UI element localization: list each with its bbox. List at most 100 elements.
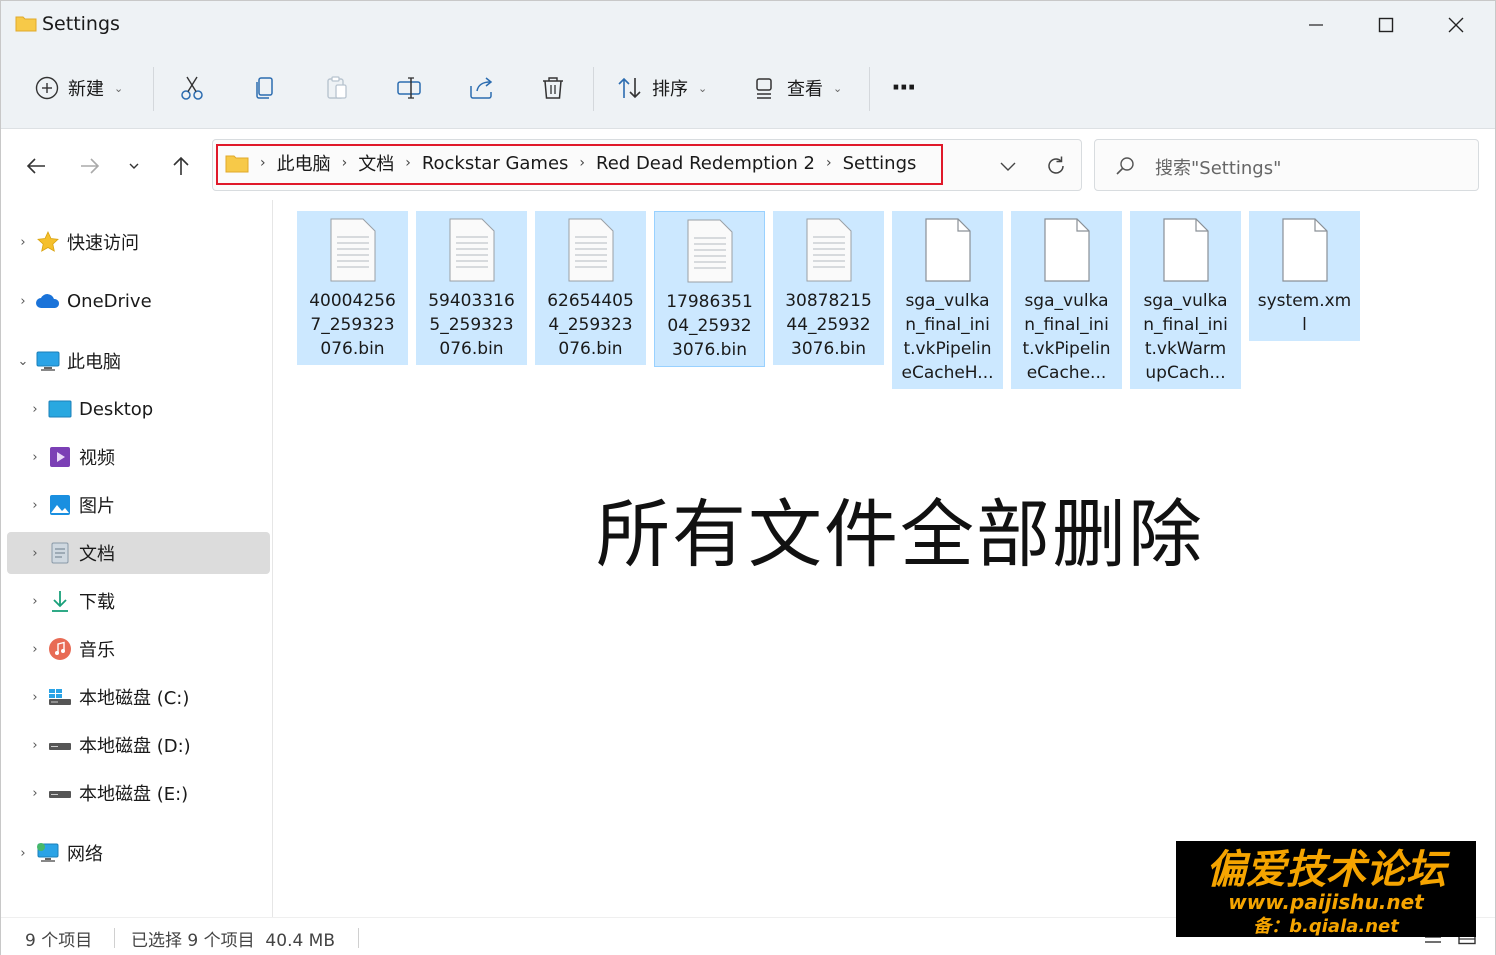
chevron-right-icon: ›: [32, 641, 38, 657]
sidebar-item-quick-access[interactable]: › 快速访问: [11, 221, 274, 263]
chevron-right-icon: ›: [260, 155, 266, 171]
sidebar-item-desktop[interactable]: › Desktop: [23, 388, 270, 430]
cloud-icon: [35, 289, 61, 313]
file-name: sga_vulka n_final_ini t.vkPipelin eCache...: [1022, 291, 1111, 383]
new-button[interactable]: 新建 ⌄: [34, 61, 123, 115]
file-item[interactable]: 17986351 04_25932 3076.bin: [654, 211, 765, 367]
search-input[interactable]: 搜索"Settings": [1094, 139, 1479, 191]
folder-icon: [225, 155, 249, 172]
window-title: Settings: [42, 13, 120, 35]
sort-button-label: 排序: [652, 79, 688, 100]
address-history-button[interactable]: [993, 152, 1023, 180]
rename-button[interactable]: [395, 61, 423, 115]
drive-icon: [47, 781, 73, 805]
toolbar-divider: [593, 67, 594, 111]
chevron-right-icon: ›: [32, 785, 38, 801]
file-item[interactable]: 62654405 4_259323 076.bin: [535, 211, 646, 365]
forward-button[interactable]: [72, 148, 108, 184]
breadcrumb-settings[interactable]: Settings: [843, 153, 917, 174]
recent-locations-button[interactable]: [116, 148, 152, 184]
sidebar-item-documents[interactable]: › 文档: [7, 532, 270, 574]
chevron-right-icon: ›: [20, 234, 26, 250]
sidebar-item-onedrive[interactable]: › OneDrive: [11, 280, 274, 322]
back-button[interactable]: [18, 148, 54, 184]
address-bar[interactable]: › 此电脑 › 文档 › Rockstar Games › Red Dead R…: [212, 139, 1082, 191]
delete-button[interactable]: [539, 61, 567, 115]
breadcrumb-rockstar-games[interactable]: Rockstar Games: [422, 153, 569, 174]
title-bar: Settings: [1, 1, 1495, 49]
view-button[interactable]: 查看 ⌄: [751, 61, 842, 115]
chevron-right-icon: ›: [32, 449, 38, 465]
file-item[interactable]: system.xm l: [1249, 211, 1360, 341]
breadcrumb-this-pc[interactable]: 此电脑: [277, 150, 331, 176]
music-icon: [47, 637, 73, 661]
refresh-button[interactable]: [1041, 152, 1071, 180]
watermark-logo: 偏爱技术论坛 www.paijishu.net 备：b.qiala.net: [1176, 841, 1476, 937]
file-name: sga_vulka n_final_ini t.vkWarm upCach...: [1143, 291, 1228, 383]
documents-icon: [47, 541, 73, 565]
chevron-right-icon: ›: [20, 293, 26, 309]
share-icon: [470, 77, 493, 99]
toolbar-divider: [153, 67, 154, 111]
status-divider: [358, 928, 359, 948]
file-name: 40004256 7_259323 076.bin: [309, 291, 396, 359]
arrow-left-icon: [26, 158, 45, 174]
video-icon: [47, 445, 73, 469]
arrow-right-icon: [81, 158, 100, 174]
minimize-button[interactable]: [1281, 1, 1351, 49]
plus-circle-icon: [35, 76, 59, 100]
sort-icon: [618, 77, 641, 99]
file-item[interactable]: 59403316 5_259323 076.bin: [416, 211, 527, 365]
sidebar-item-drive-d[interactable]: › 本地磁盘 (D:): [23, 724, 270, 766]
rename-icon: [397, 77, 421, 99]
maximize-button[interactable]: [1351, 1, 1421, 49]
arrow-up-icon: [173, 156, 189, 175]
sidebar-item-videos[interactable]: › 视频: [23, 436, 270, 478]
sidebar-item-downloads[interactable]: › 下载: [23, 580, 270, 622]
file-name: system.xm l: [1257, 291, 1352, 335]
file-icon: [449, 218, 494, 282]
file-item[interactable]: sga_vulka n_final_ini t.vkPipelin eCache...: [1011, 211, 1122, 389]
cut-button[interactable]: [178, 61, 206, 115]
chevron-right-icon: ›: [405, 155, 411, 171]
explorer-window: Settings 新建 ⌄ 排序 ⌄ 查看 ⌄ ··· › 此电脑 › 文档 ›…: [0, 0, 1496, 955]
chevron-right-icon: ›: [32, 497, 38, 513]
sidebar-item-label: 音乐: [79, 640, 115, 661]
share-button[interactable]: [467, 61, 495, 115]
file-item[interactable]: 40004256 7_259323 076.bin: [297, 211, 408, 365]
close-button[interactable]: [1421, 1, 1491, 49]
file-item[interactable]: sga_vulka n_final_ini t.vkPipelin eCacheH..…: [892, 211, 1003, 389]
view-button-label: 查看: [787, 79, 823, 100]
selection-info: 已选择 9 个项目 40.4 MB: [131, 931, 336, 951]
file-name: sga_vulka n_final_ini t.vkPipelin eCacheH..…: [901, 291, 994, 383]
breadcrumb-rdr2[interactable]: Red Dead Redemption 2: [596, 153, 815, 174]
chevron-right-icon: ›: [579, 155, 586, 171]
sidebar-item-label: 网络: [67, 844, 103, 865]
sidebar-item-this-pc[interactable]: ⌄ 此电脑: [11, 340, 274, 382]
file-item[interactable]: sga_vulka n_final_ini t.vkWarm upCach...: [1130, 211, 1241, 389]
toolbar-divider: [869, 67, 870, 111]
sidebar-item-label: 快速访问: [67, 233, 139, 254]
copy-button[interactable]: [251, 61, 279, 115]
sidebar-item-pictures[interactable]: › 图片: [23, 484, 270, 526]
sidebar-item-drive-c[interactable]: › 本地磁盘 (C:): [23, 676, 270, 718]
breadcrumb: › 此电脑 › 文档 › Rockstar Games › Red Dead R…: [225, 150, 916, 176]
sidebar-item-drive-e[interactable]: › 本地磁盘 (E:): [23, 772, 270, 814]
more-icon: ···: [891, 73, 917, 103]
sidebar-item-music[interactable]: › 音乐: [23, 628, 270, 670]
up-button[interactable]: [163, 148, 199, 184]
sidebar-item-label: Desktop: [79, 398, 154, 420]
drive-c-icon: [47, 685, 73, 709]
more-options-button[interactable]: ···: [891, 61, 917, 115]
sidebar-item-label: 本地磁盘 (E:): [79, 784, 189, 805]
desktop-icon: [47, 397, 73, 421]
copy-icon: [256, 77, 273, 99]
clipboard-icon: [327, 76, 347, 99]
sort-button[interactable]: 排序 ⌄: [616, 61, 707, 115]
paste-button[interactable]: [323, 61, 351, 115]
item-count: 9 个项目: [25, 931, 93, 951]
sidebar-item-network[interactable]: › 网络: [11, 832, 274, 874]
breadcrumb-documents[interactable]: 文档: [358, 150, 394, 176]
file-item[interactable]: 30878215 44_25932 3076.bin: [773, 211, 884, 365]
chevron-right-icon: ›: [825, 155, 832, 171]
